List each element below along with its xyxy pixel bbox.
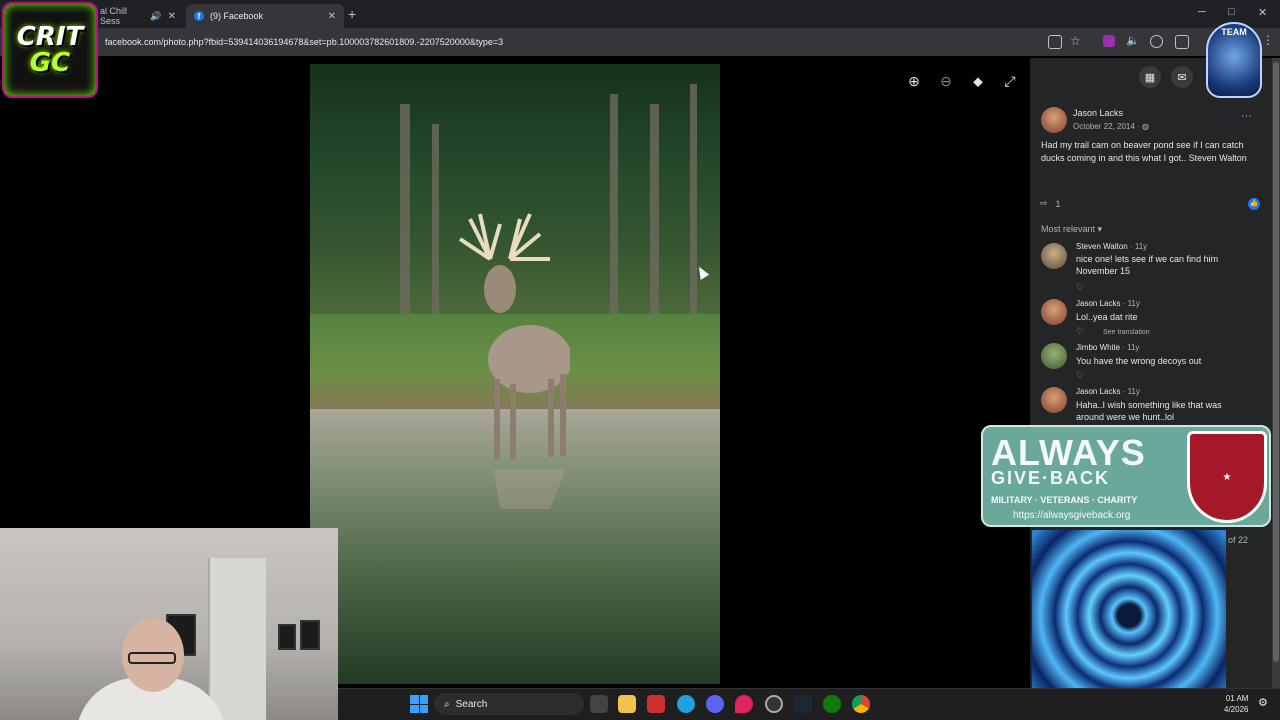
window-close-button[interactable]: ✕ <box>1258 6 1267 19</box>
edge-icon[interactable] <box>677 695 695 713</box>
like-icon[interactable]: ♡ <box>1076 370 1084 381</box>
tree-trunk <box>400 104 410 314</box>
share-row[interactable]: ⇨ 1 <box>1040 198 1061 209</box>
minimize-button[interactable]: ─ <box>1198 6 1206 18</box>
media-icon[interactable]: 🔈 <box>1126 34 1140 47</box>
tree-trunk <box>610 94 618 314</box>
app-icon[interactable] <box>647 695 665 713</box>
search-icon: ⌕ <box>444 698 450 710</box>
post-photo <box>310 64 720 684</box>
zoom-in-icon[interactable]: ⊕ <box>905 72 923 90</box>
maximize-button[interactable]: □ <box>1228 6 1235 18</box>
xbox-icon[interactable] <box>823 695 841 713</box>
author-avatar[interactable] <box>1041 107 1067 133</box>
globe-icon: ◍ <box>1141 122 1149 131</box>
commenter-avatar[interactable] <box>1041 387 1067 413</box>
comment-sort-dropdown[interactable]: Most relevant ▾ <box>1041 224 1102 235</box>
post-author[interactable]: Jason Lacks <box>1073 108 1123 118</box>
comment-text: Haha..I wish something like that was aro… <box>1076 400 1222 422</box>
tab-label: (9) Facebook <box>210 11 264 21</box>
photo-page-count: of 22 <box>1228 535 1249 545</box>
team-logo-text: TEAM <box>1221 27 1247 37</box>
scrollbar-thumb[interactable] <box>1273 62 1279 662</box>
tree-trunk <box>690 84 697 314</box>
install-icon[interactable] <box>1048 35 1062 49</box>
crit-gc-logo: CRIT GC <box>2 2 98 98</box>
speaker-icon: 🔊 <box>150 10 162 21</box>
comment-author[interactable]: Steven Walton · 11y <box>1076 242 1147 251</box>
file-explorer-icon[interactable] <box>618 695 636 713</box>
comment-author[interactable]: Jimbo White · 11y <box>1076 343 1139 352</box>
discord-icon[interactable] <box>706 695 724 713</box>
facebook-icon: f <box>194 11 204 21</box>
commenter-avatar[interactable] <box>1041 243 1067 269</box>
comment-text: nice one! lets see if we can find him No… <box>1076 254 1219 276</box>
messenger-icon[interactable]: ✉ <box>1171 66 1193 88</box>
app-icon[interactable] <box>735 695 753 713</box>
comment-author[interactable]: Jason Lacks · 11y <box>1076 299 1140 308</box>
extensions-puzzle-icon[interactable] <box>1175 35 1189 49</box>
clock-time: 01 AM <box>1225 694 1249 703</box>
tab-label: al Chill Sess <box>100 6 128 26</box>
door <box>208 558 266 720</box>
fullscreen-icon[interactable]: ⤢ <box>1001 72 1019 90</box>
comment-text: Lol..yea dat rite <box>1076 312 1138 322</box>
glasses <box>128 652 176 664</box>
search-label: Search <box>455 698 488 710</box>
url-field[interactable]: facebook.com/photo.php?fbid=539414036194… <box>105 37 503 47</box>
banner-url: https://alwaysgiveback.org <box>1013 510 1131 521</box>
team-logo: TEAM <box>1206 22 1262 98</box>
account-icon[interactable] <box>1150 35 1163 48</box>
tab-facebook[interactable]: f (9) Facebook ✕ <box>186 4 344 28</box>
system-clock[interactable]: 01 AM 4/2026 <box>1224 693 1248 715</box>
steam-icon[interactable] <box>794 695 812 713</box>
tag-icon[interactable]: ⬥ <box>969 72 987 90</box>
notification-icon[interactable]: ⚙ <box>1258 696 1268 709</box>
commenter-avatar[interactable] <box>1041 299 1067 325</box>
zoom-out-icon[interactable]: ⊖ <box>937 72 955 90</box>
logo-line: CRIT <box>16 22 84 52</box>
post-caption: Had my trail cam on beaver pond see if I… <box>1041 140 1247 163</box>
wall-frame <box>300 620 320 650</box>
menu-grid-icon[interactable]: ▦ <box>1139 66 1161 88</box>
tree-trunk <box>650 104 659 314</box>
post-date-text: October 22, 2014 · <box>1073 122 1142 131</box>
banner-title-line2: GIVE·BACK <box>991 468 1111 488</box>
commenter-avatar[interactable] <box>1041 343 1067 369</box>
windows-start-icon[interactable] <box>410 695 428 713</box>
like-reaction-icon[interactable]: 👍 <box>1248 198 1260 210</box>
browser-menu-icon[interactable]: ⋮ <box>1262 33 1274 47</box>
banner-subtitle: MILITARY · VETERANS · CHARITY <box>991 495 1138 505</box>
post-date[interactable]: October 22, 2014 · ◍ <box>1073 122 1149 131</box>
close-icon[interactable]: ✕ <box>168 11 176 22</box>
app-icon[interactable] <box>765 695 783 713</box>
logo-line: GC <box>29 48 71 78</box>
share-icon: ⇨ <box>1040 198 1048 208</box>
wall-frame <box>278 624 296 650</box>
task-view-icon[interactable] <box>590 695 608 713</box>
chevron-down-icon: ▾ <box>1097 224 1103 234</box>
see-translation-link[interactable]: See translation <box>1103 329 1150 336</box>
taskbar-search[interactable]: ⌕ Search <box>434 693 584 715</box>
comment-author[interactable]: Jason Lacks · 11y <box>1076 387 1140 396</box>
clock-date: 4/2026 <box>1224 705 1249 714</box>
like-icon[interactable]: ♡ <box>1076 326 1084 337</box>
more-options-button[interactable]: ··· <box>1241 110 1252 122</box>
share-count: 1 <box>1055 198 1061 209</box>
new-tab-button[interactable]: + <box>348 6 356 22</box>
close-icon[interactable]: ✕ <box>328 11 336 22</box>
always-give-back-banner: ALWAYS GIVE·BACK MILITARY · VETERANS · C… <box>981 425 1271 527</box>
comment-text: You have the wrong decoys out <box>1076 356 1202 366</box>
soldier-shield-icon: ★ <box>1187 431 1267 523</box>
banner-title: ALWAYS <box>991 432 1146 473</box>
deer-figure <box>458 213 570 509</box>
webcam-feed <box>0 528 338 720</box>
bookmark-star-icon[interactable]: ☆ <box>1070 34 1081 48</box>
like-icon[interactable]: ♡ <box>1076 282 1084 293</box>
sort-label: Most relevant <box>1041 224 1096 234</box>
extension-icon[interactable] <box>1103 35 1115 47</box>
chrome-icon[interactable] <box>852 695 870 713</box>
tab-chill-session[interactable]: al Chill Sess 🔊 ✕ <box>92 4 184 28</box>
